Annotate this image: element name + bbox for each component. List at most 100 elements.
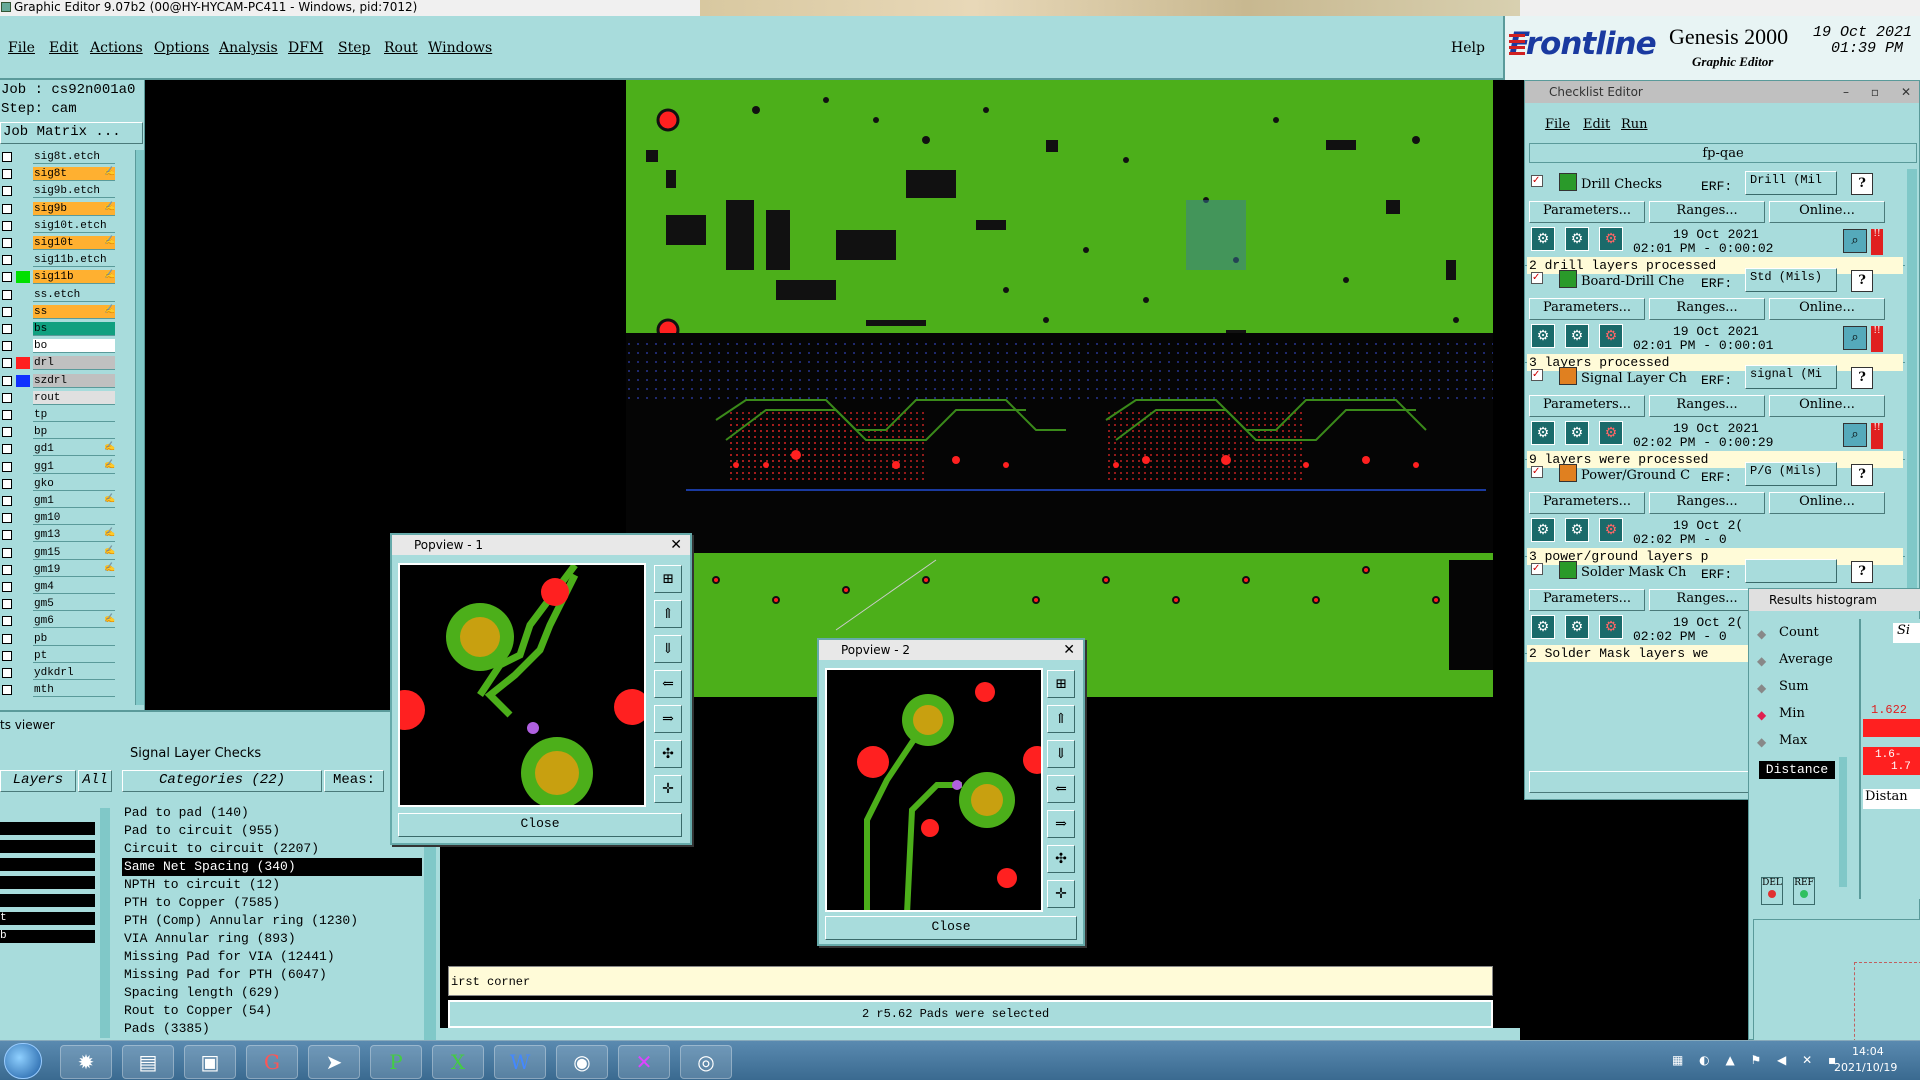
layer-name[interactable]: sig9b xyxy=(33,201,115,216)
check-help-button[interactable]: ? xyxy=(1851,561,1873,583)
taskbar-eye2-icon[interactable]: ◎ xyxy=(680,1045,732,1079)
layer-name[interactable]: gd1 xyxy=(33,442,115,457)
layer-name[interactable]: gm1 xyxy=(33,494,115,508)
menu-windows[interactable]: Windows xyxy=(428,40,492,56)
layer-checkbox[interactable] xyxy=(2,461,12,472)
layer-checkbox[interactable] xyxy=(2,324,12,334)
layer-color-swatch[interactable] xyxy=(16,443,30,455)
layer-row[interactable]: sig8t.etch xyxy=(0,150,135,164)
category-item[interactable]: NPTH to circuit (12) xyxy=(122,876,422,894)
layer-row[interactable]: gm13 ✍ xyxy=(0,528,135,543)
check-run-all-icon[interactable]: ⚙ xyxy=(1565,324,1589,348)
histogram-radio-icon[interactable]: ◆ xyxy=(1757,735,1766,749)
layer-name[interactable]: gm10 xyxy=(33,511,115,526)
layer-checkbox[interactable] xyxy=(2,375,12,386)
layer-name[interactable]: sig11b xyxy=(33,270,115,285)
check-name[interactable]: Drill Checks xyxy=(1581,177,1662,192)
layer-checkbox[interactable] xyxy=(2,152,12,162)
layer-name[interactable]: drl xyxy=(33,356,115,371)
check-parameters-button[interactable]: Parameters... xyxy=(1529,298,1645,320)
layer-row[interactable]: bp xyxy=(0,425,135,440)
checklist-menu-edit[interactable]: Edit xyxy=(1583,117,1610,132)
check-run-icon[interactable]: ⚙ xyxy=(1531,324,1555,348)
layer-name[interactable]: gm13 xyxy=(33,528,115,543)
layer-checkbox[interactable] xyxy=(2,272,12,283)
histogram-options-scrollbar[interactable] xyxy=(1839,757,1847,887)
layer-checkbox[interactable] xyxy=(2,358,12,369)
result-layer-row[interactable] xyxy=(0,858,95,871)
categories-header-button[interactable]: Categories (22) xyxy=(122,770,322,792)
layer-row[interactable]: sig11b.etch xyxy=(0,253,135,268)
layer-name[interactable]: sig10t.etch xyxy=(33,218,115,233)
layer-checkbox[interactable] xyxy=(2,410,12,420)
taskbar-excel-icon[interactable]: X xyxy=(432,1045,484,1079)
check-run-all-icon[interactable]: ⚙ xyxy=(1565,421,1589,445)
layer-row[interactable]: gg1 ✍ xyxy=(0,459,135,474)
histogram-radio-icon[interactable]: ◆ xyxy=(1757,627,1766,641)
layer-row[interactable]: szdrl xyxy=(0,373,135,388)
layer-name[interactable]: gm19 xyxy=(33,562,115,577)
layer-color-swatch[interactable] xyxy=(16,237,30,249)
check-online-button[interactable]: Online... xyxy=(1769,201,1885,223)
category-item[interactable]: Missing Pad for PTH (6047) xyxy=(122,966,422,984)
checklist-maximize-icon[interactable]: ▫ xyxy=(1871,81,1879,103)
layer-name[interactable]: sig9b.etch xyxy=(33,184,115,199)
menu-step[interactable]: Step xyxy=(338,40,370,56)
result-layer-row[interactable]: b xyxy=(0,930,95,943)
layer-row[interactable]: tp xyxy=(0,408,135,422)
check-checkbox-icon[interactable]: ✓ xyxy=(1531,466,1543,478)
layer-color-swatch[interactable] xyxy=(16,564,30,576)
layer-checkbox[interactable] xyxy=(2,633,12,644)
menu-actions[interactable]: Actions xyxy=(90,40,143,56)
layer-name[interactable]: gm6 xyxy=(33,614,115,629)
check-erf-value[interactable]: Drill (Mil xyxy=(1745,171,1837,195)
layer-row[interactable]: gm6 ✍ xyxy=(0,614,135,629)
layer-row[interactable]: sig8t ✍ xyxy=(0,167,135,182)
popview-2-close-icon[interactable]: ✕ xyxy=(1063,640,1075,660)
checklist-close-icon[interactable]: ✕ xyxy=(1901,81,1911,103)
layer-color-swatch[interactable] xyxy=(16,633,30,645)
layer-name[interactable]: sig10t xyxy=(33,236,115,250)
layer-checkbox[interactable] xyxy=(2,427,12,438)
check-name[interactable]: Board-Drill Che xyxy=(1581,274,1684,289)
menu-analysis[interactable]: Analysis xyxy=(219,40,278,56)
layer-color-swatch[interactable] xyxy=(16,667,30,679)
check-parameters-button[interactable]: Parameters... xyxy=(1529,589,1645,611)
popview-1-close-button[interactable]: Close xyxy=(398,813,682,837)
taskbar-notepad-icon[interactable]: ▤ xyxy=(122,1045,174,1079)
check-online-button[interactable]: Online... xyxy=(1769,298,1885,320)
layer-color-swatch[interactable] xyxy=(16,684,30,696)
popview-2-left-icon[interactable]: ⇐ xyxy=(1047,775,1075,803)
result-layer-scrollbar[interactable] xyxy=(100,808,110,1038)
checklist-menu-file[interactable]: File xyxy=(1545,117,1570,132)
layer-color-swatch[interactable] xyxy=(16,529,30,541)
layer-checkbox[interactable] xyxy=(2,530,12,541)
layer-checkbox[interactable] xyxy=(2,186,12,197)
layer-color-swatch[interactable] xyxy=(16,168,30,180)
check-online-button[interactable]: Online... xyxy=(1769,492,1885,514)
check-erf-value[interactable]: P/G (Mils) xyxy=(1745,462,1837,486)
layer-checkbox[interactable] xyxy=(2,496,12,506)
layer-checkbox[interactable] xyxy=(2,478,12,489)
layer-name[interactable]: rout xyxy=(33,390,115,405)
menu-edit[interactable]: Edit xyxy=(49,40,78,56)
layer-row[interactable]: ss.etch xyxy=(0,287,135,302)
layer-row[interactable]: mth xyxy=(0,683,135,698)
check-view-results-icon[interactable]: ⌕ xyxy=(1843,326,1867,350)
result-layer-row[interactable] xyxy=(0,822,95,835)
layer-color-swatch[interactable] xyxy=(16,650,30,662)
layer-checkbox[interactable] xyxy=(2,444,12,455)
menu-dfm[interactable]: DFM xyxy=(288,40,323,56)
menu-help[interactable]: Help xyxy=(1451,40,1485,56)
taskbar-folder-icon[interactable]: ✹ xyxy=(60,1045,112,1079)
layer-color-swatch[interactable] xyxy=(16,289,30,301)
layer-color-swatch[interactable] xyxy=(16,340,30,352)
taskbar-eye-icon[interactable]: ◉ xyxy=(556,1045,608,1079)
popview-2-fit-icon[interactable]: ✣ xyxy=(1047,845,1075,873)
histogram-option[interactable]: ◆ Average xyxy=(1755,652,1845,679)
layer-color-swatch[interactable] xyxy=(16,392,30,404)
check-run-icon[interactable]: ⚙ xyxy=(1531,518,1555,542)
layer-checkbox[interactable] xyxy=(2,616,12,627)
layer-name[interactable]: bo xyxy=(33,339,115,354)
check-erf-value[interactable] xyxy=(1745,559,1837,583)
